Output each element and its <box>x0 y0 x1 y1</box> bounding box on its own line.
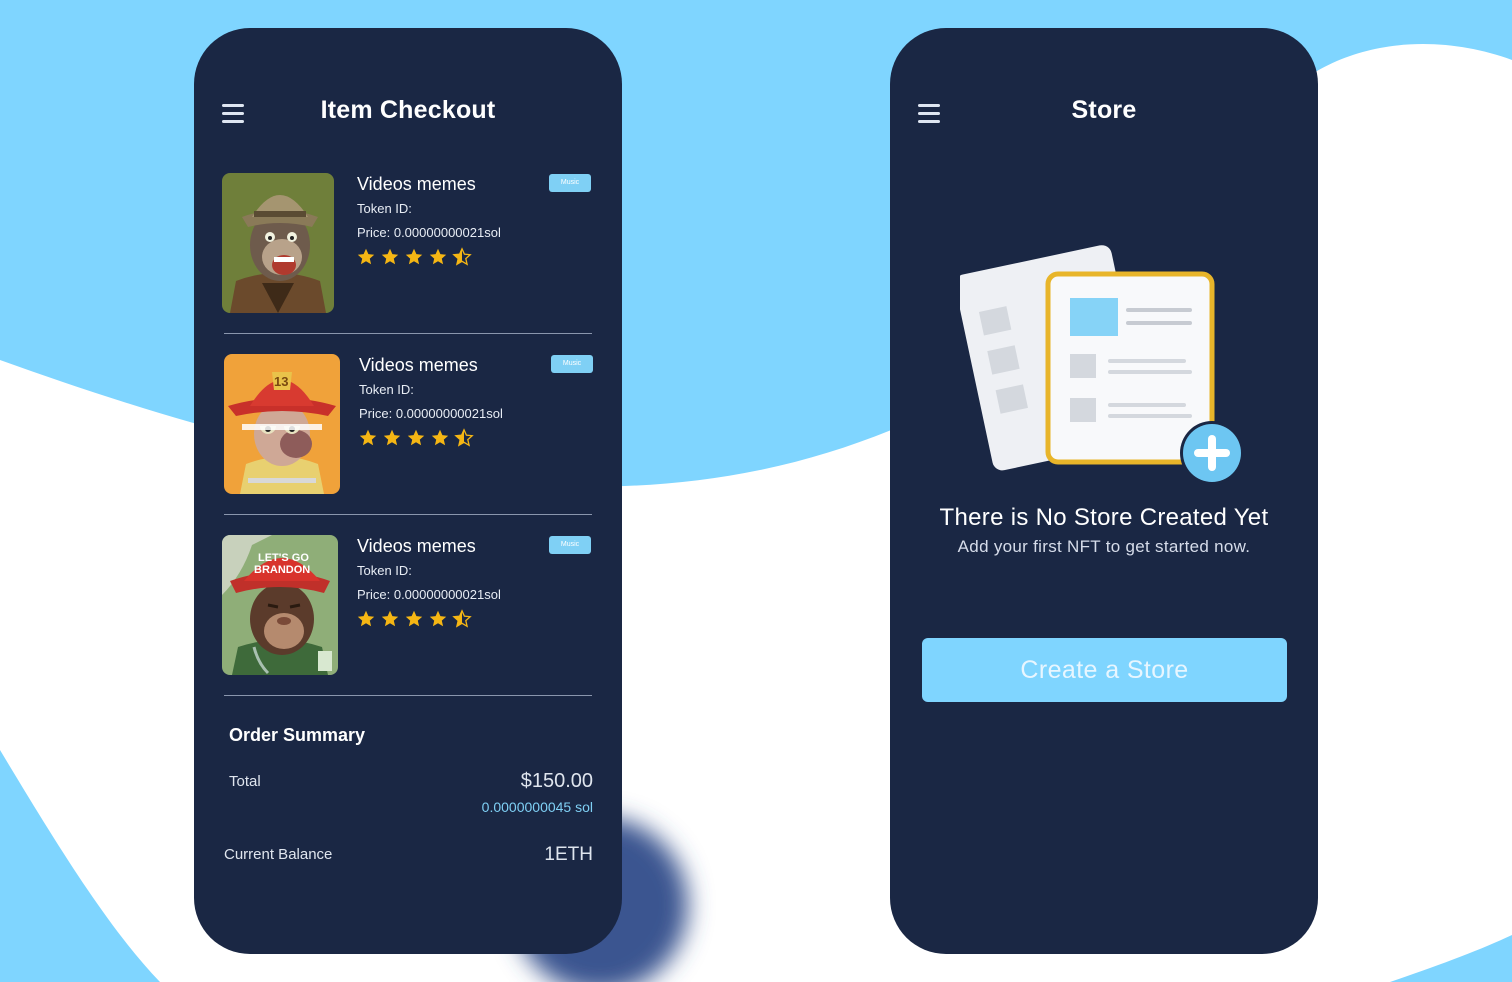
price-label: Price: 0.00000000021sol <box>359 406 503 421</box>
star-icon <box>357 610 375 627</box>
star-icon <box>405 248 423 265</box>
page-title: Item Checkout <box>320 96 496 124</box>
checkout-item[interactable]: LET'S GO BRANDON Videos memes Token ID: … <box>222 535 592 677</box>
balance-value: 1ETH <box>544 844 593 865</box>
item-divider <box>224 333 592 334</box>
empty-state-subtitle: Add your first NFT to get started now. <box>957 537 1251 556</box>
nft-thumbnail: LET'S GO BRANDON <box>222 535 338 675</box>
category-tag: Music <box>551 355 593 373</box>
page-title: Store <box>1071 96 1137 124</box>
nft-thumbnail: 13 <box>224 354 340 494</box>
total-usd-value: $150.00 <box>520 770 593 792</box>
half-star-icon <box>455 429 473 446</box>
create-store-button[interactable]: Create a Store <box>922 638 1287 702</box>
item-divider <box>224 695 592 696</box>
token-id-label: Token ID: <box>357 563 412 578</box>
checkout-item[interactable]: Videos memes Token ID: Price: 0.00000000… <box>222 173 592 315</box>
price-label: Price: 0.00000000021sol <box>357 225 501 240</box>
star-icon <box>405 610 423 627</box>
half-star-icon <box>453 610 471 627</box>
item-name: Videos memes <box>357 536 476 556</box>
token-id-label: Token ID: <box>359 382 414 397</box>
empty-store-illustration-icon <box>960 245 1244 485</box>
order-summary-title: Order Summary <box>229 725 366 745</box>
svg-text:LET'S GO: LET'S GO <box>258 552 309 564</box>
half-star-icon <box>453 248 471 265</box>
item-name: Videos memes <box>359 355 478 375</box>
star-icon <box>407 429 425 446</box>
nft-thumbnail <box>222 173 334 313</box>
star-icon <box>431 429 449 446</box>
svg-text:13: 13 <box>274 374 288 389</box>
token-id-label: Token ID: <box>357 201 412 216</box>
price-label: Price: 0.00000000021sol <box>357 587 501 602</box>
star-icon <box>383 429 401 446</box>
item-name: Videos memes <box>357 174 476 194</box>
star-icon <box>381 248 399 265</box>
star-icon <box>429 248 447 265</box>
total-label: Total <box>229 773 261 790</box>
category-tag: Music <box>549 174 591 192</box>
svg-text:BRANDON: BRANDON <box>254 564 310 576</box>
empty-state-title: There is No Store Created Yet <box>939 504 1269 531</box>
star-rating <box>357 247 477 269</box>
star-icon <box>381 610 399 627</box>
star-rating <box>359 428 479 450</box>
star-icon <box>359 429 377 446</box>
store-screen: Store There is No Store Created Yet Add … <box>890 28 1318 954</box>
item-divider <box>224 514 592 515</box>
star-icon <box>429 610 447 627</box>
checkout-item[interactable]: 13 Videos memes Token ID: Price: 0.00000… <box>224 354 594 496</box>
checkout-screen: Item Checkout Videos memes Token ID: Pri… <box>194 28 622 954</box>
star-rating <box>357 609 477 631</box>
category-tag: Music <box>549 536 591 554</box>
balance-label: Current Balance <box>224 846 333 863</box>
star-icon <box>357 248 375 265</box>
total-sol-value: 0.0000000045 sol <box>481 799 593 815</box>
